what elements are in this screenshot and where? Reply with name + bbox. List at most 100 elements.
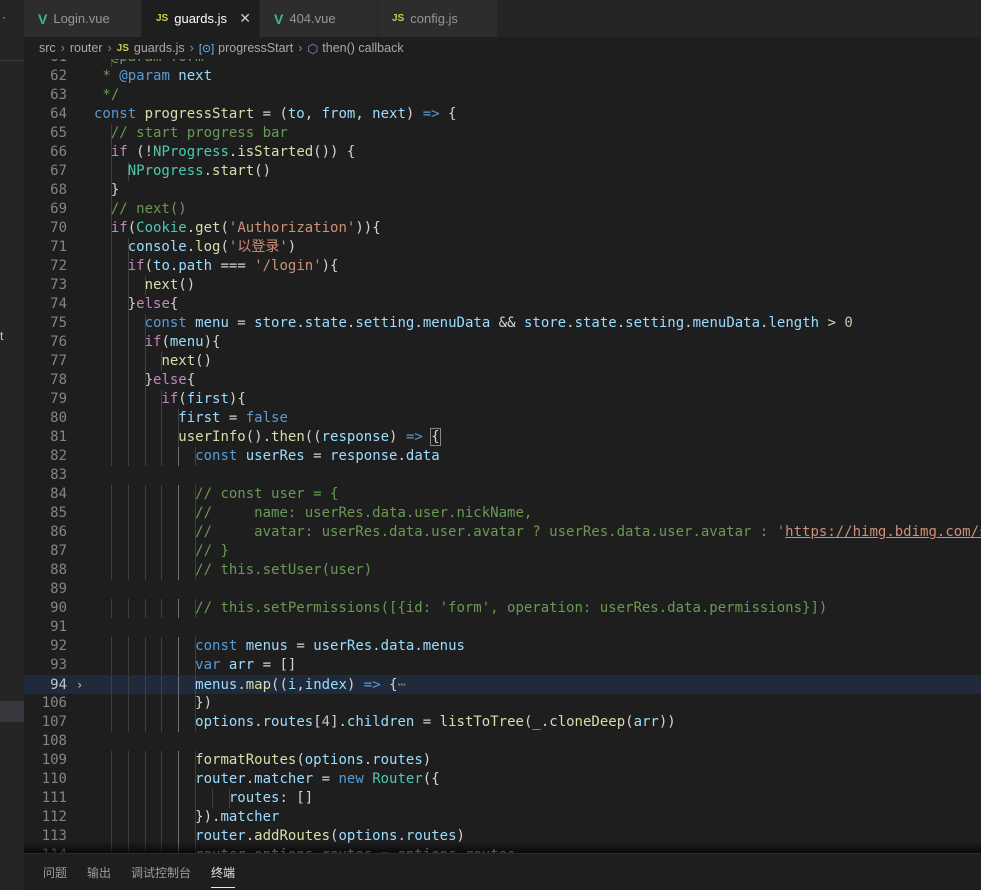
code-line[interactable]: 82 const userRes = response.data (24, 447, 981, 466)
breadcrumb-item-src[interactable]: src (39, 41, 56, 55)
code-line[interactable]: 61 @param form (24, 59, 981, 67)
code-line[interactable]: 84 // const user = { (24, 485, 981, 504)
code-token: , (355, 106, 373, 122)
code-token: const (94, 106, 145, 122)
activity-strip: · t (0, 0, 25, 890)
code-line[interactable]: 90 // this.setPermissions([{id: 'form', … (24, 599, 981, 618)
code-line[interactable]: 80 first = false (24, 409, 981, 428)
code-line[interactable]: 81 userInfo().then((response) => { (24, 428, 981, 447)
code-line[interactable]: 87 // } (24, 542, 981, 561)
code-line[interactable]: 109 formatRoutes(options.routes) (24, 751, 981, 770)
code-line[interactable]: 93 var arr = [] (24, 656, 981, 675)
code-token: 0 (844, 315, 853, 331)
tab-terminal[interactable]: 终端 (211, 864, 236, 888)
line-number: 63 (50, 87, 67, 103)
fold-chevron-icon[interactable]: › (76, 676, 83, 695)
code-line[interactable]: 69 // next() (24, 200, 981, 219)
code-line[interactable]: 71 console.log('以登录') (24, 238, 981, 257)
tab-output[interactable]: 输出 (87, 864, 111, 881)
code-line[interactable]: 89 (24, 580, 981, 599)
code-token[interactable]: https://himg.bdimg.com/sys/portr (785, 524, 981, 540)
code-line[interactable]: 94 › menus.map((i,index) => {⋯ (24, 675, 981, 695)
code-token: ( (144, 258, 154, 274)
code-editor[interactable]: 61 @param form62 * @param next63 */64con… (24, 59, 981, 853)
code-token: . (186, 239, 196, 255)
code-line[interactable]: 63 */ (24, 86, 981, 105)
code-line[interactable]: 70 if(Cookie.get('Authorization')){ (24, 219, 981, 238)
code-text: routes: [] (94, 789, 313, 808)
code-line[interactable]: 78 }else{ (24, 371, 981, 390)
code-line[interactable]: 62 * @param next (24, 67, 981, 86)
code-line[interactable]: 83 (24, 466, 981, 485)
code-line[interactable]: 76 if(menu){ (24, 333, 981, 352)
code-line[interactable]: 74 }else{ (24, 295, 981, 314)
code-line[interactable]: 107 options.routes[4].children = listToT… (24, 713, 981, 732)
code-text: // start progress bar (94, 124, 288, 143)
code-token: Cookie (136, 220, 187, 236)
line-number: 92 (50, 638, 67, 654)
code-token: { (430, 428, 441, 446)
breadcrumb-item-symbol[interactable]: progressStart (218, 41, 293, 55)
code-token: . (372, 638, 381, 654)
code-line[interactable]: 67 NProgress.start() (24, 162, 981, 181)
code-line[interactable]: 91 (24, 618, 981, 637)
tab-login-vue[interactable]: V Login.vue (24, 0, 142, 37)
code-text: next() (94, 276, 196, 295)
code-line[interactable]: 72 if(to.path === '/login'){ (24, 257, 981, 276)
code-line[interactable]: 66 if (!NProgress.isStarted()) { (24, 143, 981, 162)
tab-config-js[interactable]: JS config.js (378, 0, 498, 37)
sidebar-selected-item[interactable] (0, 701, 24, 722)
code-line[interactable]: 108 (24, 732, 981, 751)
code-line[interactable]: 85 // name: userRes.data.user.nickName, (24, 504, 981, 523)
code-line[interactable]: 75 const menu = store.state.setting.menu… (24, 314, 981, 333)
code-token: // } (195, 543, 229, 559)
code-token: userRes (313, 638, 373, 654)
code-token: > (819, 315, 845, 331)
code-line[interactable]: 64 const progressStart = (to, from, next)… (24, 105, 981, 124)
code-line[interactable]: 68 } (24, 181, 981, 200)
code-line[interactable]: 65 // start progress bar (24, 124, 981, 143)
tab-404-vue[interactable]: V 404.vue (260, 0, 378, 37)
breadcrumb-item-file[interactable]: guards.js (134, 41, 185, 55)
tab-guards-js[interactable]: JS guards.js ✕ (142, 0, 260, 37)
line-number: 90 (50, 600, 67, 616)
code-text: */ (94, 86, 119, 105)
code-line[interactable]: 77 next() (24, 352, 981, 371)
line-number: 81 (50, 429, 67, 445)
code-text: menus.map((i,index) => {⋯ (94, 676, 406, 695)
tab-debug-console[interactable]: 调试控制台 (131, 864, 191, 881)
code-token: . (254, 714, 263, 730)
line-number: 106 (41, 695, 67, 711)
editor-tab-bar: V Login.vue JS guards.js ✕ V 404.vue JS … (24, 0, 981, 37)
code-token: setting (625, 315, 685, 331)
tab-problems[interactable]: 问题 (43, 864, 67, 881)
code-line[interactable]: 92 const menus = userRes.data.menus (24, 637, 981, 656)
code-line[interactable]: 73 next() (24, 276, 981, 295)
code-token: */ (94, 87, 120, 103)
code-line[interactable]: 86 // avatar: userRes.data.user.avatar ?… (24, 523, 981, 542)
code-line[interactable]: 110 router.matcher = new Router({ (24, 770, 981, 789)
code-line[interactable]: 111 routes: [] (24, 789, 981, 808)
line-number: 80 (50, 410, 67, 426)
more-icon[interactable]: · (2, 10, 6, 24)
close-icon[interactable]: ✕ (239, 10, 251, 27)
code-line[interactable]: 79 if(first){ (24, 390, 981, 409)
code-token: '以登录' (228, 239, 288, 255)
code-token: response (330, 448, 398, 464)
code-line[interactable]: 88 // this.setUser(user) (24, 561, 981, 580)
breadcrumb-item-callback[interactable]: then() callback (322, 41, 403, 55)
code-line[interactable]: 106 }) (24, 694, 981, 713)
breadcrumb-item-router[interactable]: router (70, 41, 103, 55)
code-line[interactable]: 112 }).matcher (24, 808, 981, 827)
